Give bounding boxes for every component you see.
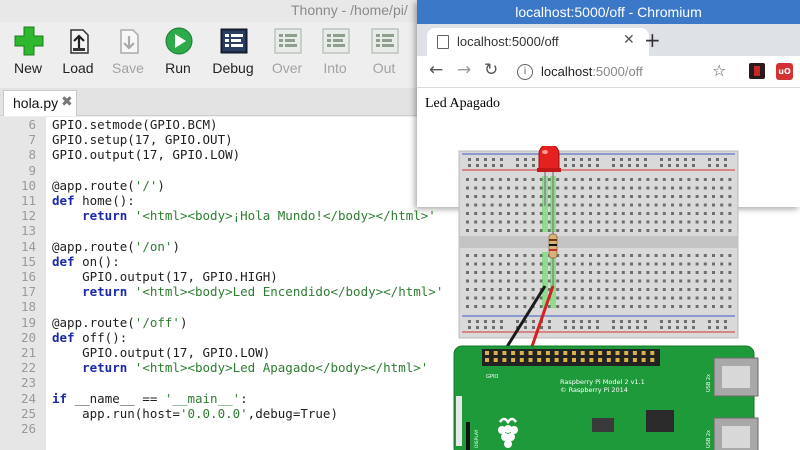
close-icon[interactable]: ✖ [61, 94, 73, 110]
url-path: :5000/off [592, 64, 643, 79]
step-over-button[interactable]: Over [264, 24, 310, 82]
usb-label: USB 2x [706, 374, 712, 392]
code-text: @app.route('/off') [52, 314, 188, 330]
line-number: 25 [20, 405, 36, 421]
line-number: 7 [28, 132, 36, 148]
desktop: Thonny - /home/pi/ New Load Save Run Deb… [0, 0, 800, 450]
display-label: DISPLAY [474, 429, 480, 448]
line-number: 13 [20, 223, 36, 239]
load-button[interactable]: Load [55, 24, 101, 82]
code-text: GPIO.output(17, GPIO.HIGH) [52, 269, 278, 284]
line-number: 16 [20, 269, 36, 284]
fritzing-circuit-diagram: GPIO Raspberry Pi Model 2 v1.1 © Raspber… [453, 146, 759, 450]
browser-tab-label: localhost:5000/off [457, 34, 559, 49]
line-number: 17 [20, 284, 36, 300]
line-number: 6 [28, 117, 36, 132]
new-icon [14, 26, 44, 56]
chromium-tabbar: localhost:5000/off ✕ + [417, 24, 800, 56]
step-out-button[interactable]: Out [361, 24, 407, 82]
line-number: 14 [20, 238, 36, 254]
gpio-label: GPIO [486, 374, 498, 380]
line-number: 8 [28, 147, 36, 163]
chromium-window-title: localhost:5000/off - Chromium [515, 4, 702, 20]
tab-hola-py[interactable]: hola.py ✖ [3, 90, 77, 116]
step-out-icon [371, 28, 399, 54]
debug-button[interactable]: Debug [210, 24, 256, 82]
tab-label: hola.py [13, 95, 59, 111]
step-out-button-label: Out [372, 60, 396, 76]
line-number: 15 [20, 253, 36, 269]
code-text: return '<html><body>Led Apagado</body></… [82, 360, 429, 376]
board-copyright-text: © Raspberry Pi 2014 [560, 386, 628, 394]
address-text: localhost:5000/off [541, 64, 643, 79]
line-number: 18 [20, 299, 36, 315]
close-tab-icon[interactable]: ✕ [623, 32, 635, 48]
code-text: app.run(host='0.0.0.0',debug=True) [52, 405, 338, 421]
line-number: 12 [20, 208, 36, 224]
browser-tab[interactable]: localhost:5000/off ✕ [427, 28, 649, 56]
board-model-text: Raspberry Pi Model 2 v1.1 [560, 378, 645, 386]
code-text: return '<html><body>Led Encendido</body>… [82, 284, 444, 300]
bookmark-star-icon[interactable]: ☆ [712, 61, 726, 80]
code-text: @app.route('/on') [52, 238, 180, 254]
code-text: GPIO.setup(17, GPIO.OUT) [52, 132, 233, 148]
code-text: def off(): [52, 329, 128, 345]
raspberry-pi-board: GPIO Raspberry Pi Model 2 v1.1 © Raspber… [453, 345, 759, 450]
code-text: GPIO.setmode(GPIO.BCM) [52, 117, 218, 132]
line-number: 20 [20, 329, 36, 345]
code-text: return '<html><body>¡Hola Mundo!</body><… [82, 208, 436, 224]
code-text: if __name__ == '__main__': [52, 390, 248, 406]
run-icon [165, 27, 193, 55]
code-text: def on(): [52, 253, 120, 269]
chromium-toolbar: ← → ↻ i localhost:5000/off ☆ uO [417, 56, 800, 88]
chromium-titlebar[interactable]: localhost:5000/off - Chromium [417, 0, 800, 24]
forward-icon[interactable]: → [457, 60, 471, 80]
reload-icon[interactable]: ↻ [484, 60, 498, 80]
thonny-window-title: Thonny - /home/pi/ [291, 2, 408, 18]
page-content-text: Led Apagado [425, 96, 501, 111]
line-number: 11 [20, 193, 36, 208]
line-number: 26 [20, 421, 36, 436]
save-button[interactable]: Save [105, 24, 151, 82]
save-icon [120, 29, 139, 54]
step-into-icon [322, 28, 350, 54]
line-number: 10 [20, 177, 36, 193]
line-number: 19 [20, 314, 36, 330]
code-text: GPIO.output(17, GPIO.LOW) [52, 147, 241, 163]
code-text: @app.route('/') [52, 177, 165, 193]
thonny-toolbar: New Load Save Run Debug Over Into Out [0, 24, 420, 84]
code-text: GPIO.output(17, GPIO.LOW) [52, 345, 271, 360]
new-button[interactable]: New [5, 24, 51, 82]
line-number: 9 [28, 162, 36, 178]
line-number: 23 [20, 375, 36, 391]
load-icon [70, 29, 89, 54]
line-number: 24 [20, 390, 36, 406]
editor-tabstrip: hola.py ✖ [0, 88, 420, 116]
debug-button-label: Debug [212, 60, 254, 76]
back-icon[interactable]: ← [429, 60, 443, 80]
run-button-label: Run [165, 60, 191, 76]
ublock-icon[interactable]: uO [776, 63, 793, 80]
line-number: 21 [20, 345, 36, 360]
line-number: 22 [20, 360, 36, 376]
extension-icon[interactable] [749, 63, 765, 79]
step-over-icon [274, 28, 302, 54]
step-into-button[interactable]: Into [312, 24, 358, 82]
code-text: def home(): [52, 193, 135, 208]
info-icon[interactable]: i [517, 64, 533, 80]
address-bar[interactable]: i localhost:5000/off [511, 60, 735, 84]
url-host: localhost [541, 64, 593, 79]
new-tab-button[interactable]: + [644, 28, 661, 52]
run-button[interactable]: Run [155, 24, 201, 82]
debug-icon [220, 28, 248, 54]
usb-label: USB 2x [706, 430, 712, 448]
page-icon [437, 35, 449, 49]
breadboard [458, 150, 739, 339]
